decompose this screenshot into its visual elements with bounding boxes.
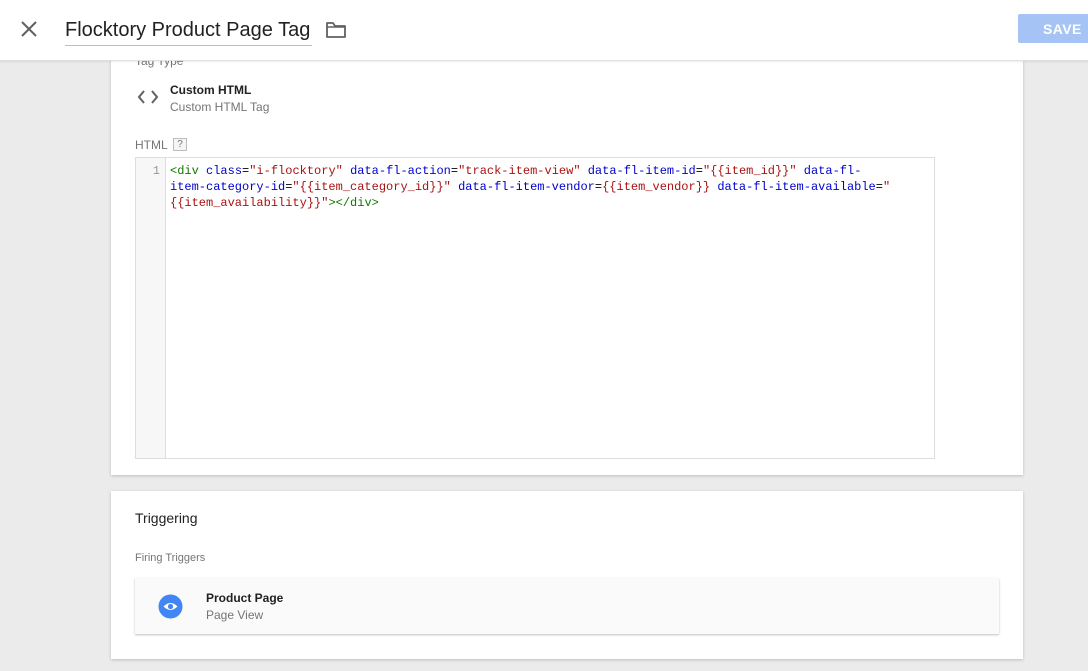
triggering-card: Triggering Firing Triggers Product Page … [111, 491, 1023, 659]
code-content[interactable]: <div class="i-flocktory" data-fl-action=… [170, 163, 930, 211]
tag-type-selector[interactable]: Custom HTML Custom HTML Tag [135, 82, 535, 116]
code-string: "track-item-view" [458, 164, 581, 178]
trigger-item-product-page[interactable]: Product Page Page View [135, 578, 999, 634]
editor-header: Flocktory Product Page Tag SAVE [0, 0, 1088, 61]
code-string: " [882, 180, 891, 194]
code-icon [137, 88, 159, 106]
code-attr: data-fl- [803, 164, 862, 178]
code-equals: = [695, 164, 703, 178]
code-attr: class [206, 164, 243, 178]
line-gutter: 1 [136, 158, 166, 458]
close-icon[interactable] [17, 17, 41, 41]
code-string: {{item_availability}}" [170, 196, 329, 210]
code-equals: = [594, 180, 603, 194]
code-attr: data-fl-item-id [587, 164, 696, 178]
code-tag-close: ></div> [328, 196, 379, 210]
tag-configuration-card: Tag Type Custom HTML Custom HTML Tag HTM… [111, 40, 1023, 475]
line-number: 1 [152, 164, 160, 178]
code-string: "{{item_id}}" [702, 164, 797, 178]
tag-name-input[interactable]: Flocktory Product Page Tag [65, 15, 313, 46]
code-string: {{item_vendor}} [602, 180, 711, 194]
code-equals: = [450, 164, 459, 178]
html-code-editor[interactable]: 1 <div class = "i-flocktory" data-fl-actio… [135, 157, 935, 459]
code-string: "i-flocktory" [249, 164, 343, 178]
folder-icon[interactable] [324, 18, 348, 42]
triggering-title: Triggering [135, 510, 198, 526]
code-tag-open: <div [170, 164, 199, 178]
code-equals: = [875, 180, 883, 194]
save-button[interactable]: SAVE [1018, 14, 1088, 43]
code-string: "{{item_category_id}}" [292, 180, 451, 194]
tag-type-name: Custom HTML [170, 83, 252, 97]
code-attr: item-category-id [170, 180, 286, 194]
trigger-name: Product Page [206, 591, 284, 605]
code-attr: data-fl-action [350, 164, 451, 178]
tag-type-subtitle: Custom HTML Tag [170, 100, 270, 114]
trigger-type: Page View [206, 608, 264, 622]
help-icon[interactable]: ? [173, 138, 187, 151]
firing-triggers-label: Firing Triggers [135, 552, 206, 564]
html-label: HTML [135, 138, 168, 152]
code-attr: data-fl-item-available [717, 180, 876, 194]
code-attr: data-fl-item-vendor [458, 180, 595, 194]
eye-icon [158, 594, 183, 619]
